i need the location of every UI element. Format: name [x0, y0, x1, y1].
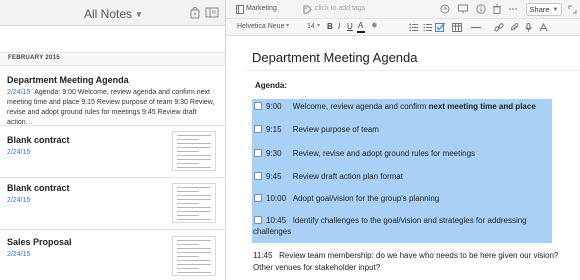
item-time: 10:00 — [266, 194, 287, 203]
chevron-updown-icon: ▾ — [317, 23, 321, 29]
note-date: 2/24/15 — [7, 251, 31, 258]
item-text-line2: Other venues for stakeholder input? — [253, 263, 381, 272]
numbered-list-icon[interactable] — [423, 23, 432, 32]
item-text: Review purpose of team — [292, 125, 379, 134]
item-text: Identify challenges to the goal/vision a… — [292, 216, 527, 225]
date-section-header: FEBRUARY 2015 — [0, 52, 225, 66]
note-card[interactable]: Department Meeting Agenda 2/24/15 Agenda… — [0, 66, 225, 126]
note-snippet-text: Agenda: 9:00 Welcome, review agenda and … — [7, 89, 215, 126]
text-formatting-icon[interactable] — [539, 23, 548, 32]
italic-button[interactable]: I — [338, 22, 340, 31]
item-text: Adopt goal/vision for the group's planni… — [292, 194, 440, 203]
format-toolbar: Helvetica Neue ▾ 14 ▾ B I U A ✹ — [226, 19, 580, 36]
note-list-pane: All Notes ▼ FEBRUARY 2015 Department Mee… — [0, 0, 226, 280]
item-text-continuation: challenges — [253, 227, 292, 236]
item-text: Welcome, review agenda and confirm — [292, 102, 429, 111]
add-tags-field[interactable]: click to add tags — [315, 5, 365, 12]
reminder-icon[interactable] — [440, 4, 450, 14]
item-text: Review draft action plan format — [292, 172, 403, 181]
notebook-icon — [236, 5, 244, 14]
item-time: 9:30 — [266, 149, 282, 158]
item-time: 9:00 — [266, 102, 282, 111]
notes-filter-label: All Notes — [84, 7, 133, 21]
note-list-header: All Notes ▼ — [0, 0, 225, 26]
item-time: 9:15 — [266, 125, 282, 134]
agenda-heading: Agenda: — [255, 81, 287, 90]
section-label: FEBRUARY 2015 — [8, 55, 60, 61]
bullet-list-icon[interactable] — [409, 23, 418, 32]
more-options-icon[interactable] — [508, 4, 518, 14]
checkbox[interactable] — [254, 194, 262, 202]
note-header-bar: Marketing click to add tags Share ▼ — [226, 0, 580, 19]
checkbox[interactable] — [254, 216, 262, 224]
font-size-select[interactable]: 14 — [307, 23, 315, 30]
note-date: 2/24/15 — [7, 89, 31, 96]
info-icon[interactable] — [476, 4, 486, 14]
note-title: Blank contract — [7, 183, 70, 193]
note-title: Sales Proposal — [7, 237, 72, 247]
note-card[interactable]: Sales Proposal 2/24/15 — [0, 230, 225, 280]
checkbox-icon[interactable] — [435, 22, 445, 32]
trash-icon[interactable] — [492, 4, 502, 14]
share-button[interactable]: Share ▼ — [526, 3, 562, 16]
text-color-button[interactable]: A — [358, 21, 363, 30]
presentation-icon[interactable] — [458, 4, 468, 14]
font-family-select[interactable]: Helvetica Neue — [237, 23, 284, 30]
note-title-field[interactable]: Department Meeting Agenda — [252, 50, 418, 65]
item-text-bold: next meeting time and place — [428, 102, 536, 111]
note-thumbnail — [172, 183, 216, 223]
checkbox[interactable] — [254, 172, 262, 180]
app-window: All Notes ▼ FEBRUARY 2015 Department Mee… — [0, 0, 580, 280]
underline-button[interactable]: U — [347, 22, 353, 31]
checkbox[interactable] — [254, 149, 262, 157]
notebook-selector[interactable]: Marketing — [246, 5, 277, 12]
agenda-paragraph: 11:45 Review team membership: do we have… — [253, 250, 573, 274]
title-divider — [246, 70, 580, 71]
note-date: 2/24/15 — [7, 197, 31, 204]
item-time: 9:45 — [266, 172, 282, 181]
note-snippet: 2/24/15 Agenda: 9:00 Welcome, review age… — [7, 88, 217, 128]
note-editor-pane: Marketing click to add tags Share ▼ Helv… — [226, 0, 580, 280]
bold-button[interactable]: B — [327, 22, 333, 31]
link-icon[interactable] — [494, 23, 504, 32]
checkbox[interactable] — [254, 102, 262, 110]
note-title: Department Meeting Agenda — [7, 75, 129, 85]
text-color-swatch — [357, 31, 365, 33]
tag-icon — [303, 5, 312, 14]
checkbox[interactable] — [254, 125, 262, 133]
note-thumbnail — [172, 236, 216, 276]
table-icon[interactable] — [452, 23, 462, 32]
notes-filter-dropdown[interactable]: All Notes ▼ — [84, 7, 143, 21]
share-label: Share — [529, 5, 550, 14]
item-time: 11:45 — [253, 251, 273, 260]
item-text: Review, revise and adopt ground rules fo… — [292, 149, 476, 158]
chevron-updown-icon: ▾ — [286, 23, 290, 29]
expand-icon[interactable] — [568, 5, 577, 14]
audio-record-icon[interactable] — [524, 23, 533, 32]
note-title: Blank contract — [7, 135, 70, 145]
item-text: Review team membership: do we have who n… — [279, 251, 559, 260]
reminder-icon[interactable] — [188, 6, 202, 19]
note-date: 2/24/15 — [7, 149, 31, 156]
note-thumbnail — [172, 131, 216, 171]
highlight-button[interactable]: ✹ — [371, 21, 378, 30]
note-card[interactable]: Blank contract 2/24/15 — [0, 126, 225, 178]
horizontal-rule-icon[interactable] — [471, 26, 481, 29]
chevron-down-icon: ▼ — [135, 9, 143, 19]
note-card[interactable]: Blank contract 2/24/15 — [0, 178, 225, 230]
view-options-icon[interactable] — [205, 6, 219, 19]
item-time: 10:45 — [266, 216, 287, 225]
chevron-down-icon: ▼ — [552, 6, 559, 13]
attachment-icon[interactable] — [510, 23, 519, 32]
